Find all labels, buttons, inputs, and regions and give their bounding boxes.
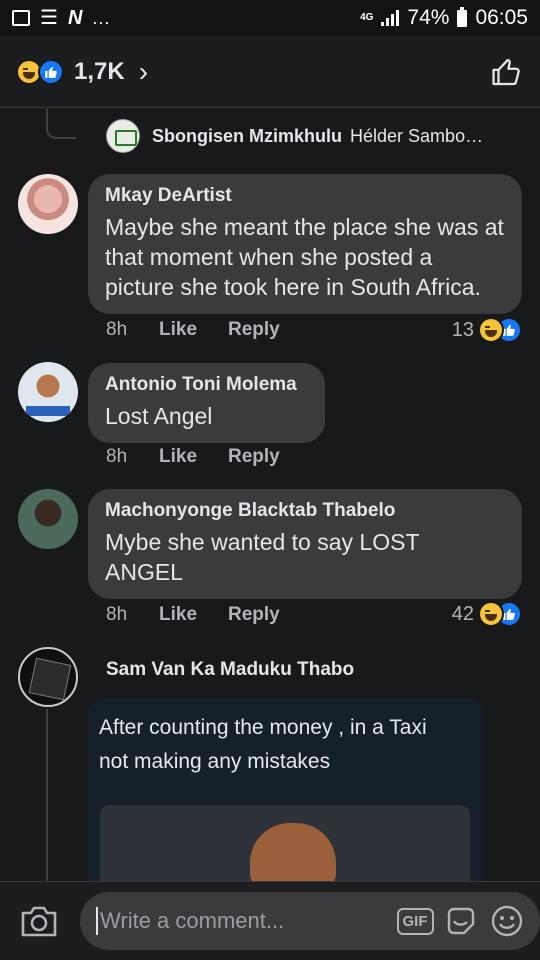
comment-text: Lost Angel xyxy=(105,403,213,429)
signal-icon xyxy=(381,10,400,26)
reply-link[interactable]: Reply xyxy=(228,446,280,468)
gif-icon: GIF xyxy=(396,907,434,935)
avatar[interactable] xyxy=(18,489,78,549)
comment-author-name[interactable]: Sam Van Ka Maduku Thabo xyxy=(106,659,354,681)
comment-box[interactable]: GIF xyxy=(80,892,540,950)
thread-connector xyxy=(46,709,48,881)
list-notification-icon: ☰ xyxy=(40,7,58,29)
comment-bubble[interactable]: Machonyonge Blacktab Thabelo Mybe she wa… xyxy=(88,489,522,599)
emoji-button[interactable] xyxy=(488,902,526,940)
like-link[interactable]: Like xyxy=(159,446,228,468)
comment-composer: GIF xyxy=(0,881,540,960)
gallery-notification-icon xyxy=(12,10,30,26)
comment-author-name[interactable]: Antonio Toni Molema xyxy=(105,373,307,397)
more-notifications-indicator: ... xyxy=(92,7,111,28)
news-notification-icon: N xyxy=(67,6,83,29)
like-reaction-icon xyxy=(38,58,64,85)
comment-timestamp[interactable]: 8h xyxy=(106,446,159,468)
comment-timestamp[interactable]: 8h xyxy=(106,319,159,341)
battery-percent: 74% xyxy=(407,6,450,29)
gif-button[interactable]: GIF xyxy=(396,902,434,940)
comment-author-name[interactable]: Machonyonge Blacktab Thabelo xyxy=(105,499,504,523)
sticker-button[interactable] xyxy=(442,902,480,940)
comment-actions: 8h Like Reply xyxy=(106,446,280,468)
comment-actions: 8h Like Reply xyxy=(106,604,280,626)
avatar[interactable] xyxy=(18,362,78,422)
network-type: 4G xyxy=(360,12,374,23)
comment-text: Maybe she meant the place she was at tha… xyxy=(105,214,504,300)
like-button[interactable] xyxy=(490,55,524,89)
media-attachment[interactable]: After counting the money , in a Taxi not… xyxy=(88,699,484,881)
comment-reactions[interactable]: 42 xyxy=(452,601,522,627)
camera-icon xyxy=(21,906,57,937)
battery-icon xyxy=(457,6,468,27)
dog-image xyxy=(250,823,336,881)
comment-author-name[interactable]: Mkay DeArtist xyxy=(105,184,504,208)
comment-bubble[interactable]: Mkay DeArtist Maybe she meant the place … xyxy=(88,174,522,314)
reaction-count: 42 xyxy=(451,602,474,625)
reply-link[interactable]: Reply xyxy=(228,319,280,341)
comment-text: Mybe she wanted to say LOST ANGEL xyxy=(105,529,420,585)
reaction-count[interactable]: 1,7K xyxy=(74,58,125,86)
sticker-icon xyxy=(447,907,475,935)
comment-timestamp[interactable]: 8h xyxy=(106,604,159,626)
reply-preview-text: Hélder Sambo… xyxy=(350,125,484,146)
thread-connector xyxy=(46,109,76,139)
thumbs-up-icon xyxy=(492,58,520,85)
comment-input[interactable] xyxy=(98,908,388,934)
avatar[interactable] xyxy=(18,174,78,234)
reply-preview[interactable]: Sbongisen Mzimkhulu Hélder Sambo… xyxy=(106,119,483,153)
comment-reactions[interactable]: 13 xyxy=(452,317,522,343)
comment-bubble[interactable]: Antonio Toni Molema Lost Angel xyxy=(88,363,325,443)
like-link[interactable]: Like xyxy=(159,604,228,626)
avatar[interactable] xyxy=(18,647,78,707)
reaction-count: 13 xyxy=(451,318,474,341)
chevron-right-icon[interactable]: › xyxy=(139,57,148,86)
haha-reaction-icon xyxy=(478,601,504,627)
emoji-icon xyxy=(491,905,523,937)
comment-actions: 8h Like Reply xyxy=(106,319,280,341)
reply-author-name[interactable]: Sbongisen Mzimkhulu xyxy=(152,126,342,147)
reply-link[interactable]: Reply xyxy=(228,604,280,626)
reactions-header: 1,7K › xyxy=(0,36,540,108)
avatar[interactable] xyxy=(106,119,140,153)
media-caption: After counting the money , in a Taxi not… xyxy=(99,716,427,773)
comments-feed[interactable]: Sbongisen Mzimkhulu Hélder Sambo… Mkay D… xyxy=(0,109,540,881)
clock: 06:05 xyxy=(475,6,528,29)
media-photo[interactable] xyxy=(100,805,470,881)
reaction-icons[interactable] xyxy=(16,57,70,87)
haha-reaction-icon xyxy=(478,317,504,343)
camera-button[interactable] xyxy=(20,901,58,941)
status-bar: ☰ N ... 4G 74% 06:05 xyxy=(0,0,540,36)
like-link[interactable]: Like xyxy=(159,319,228,341)
